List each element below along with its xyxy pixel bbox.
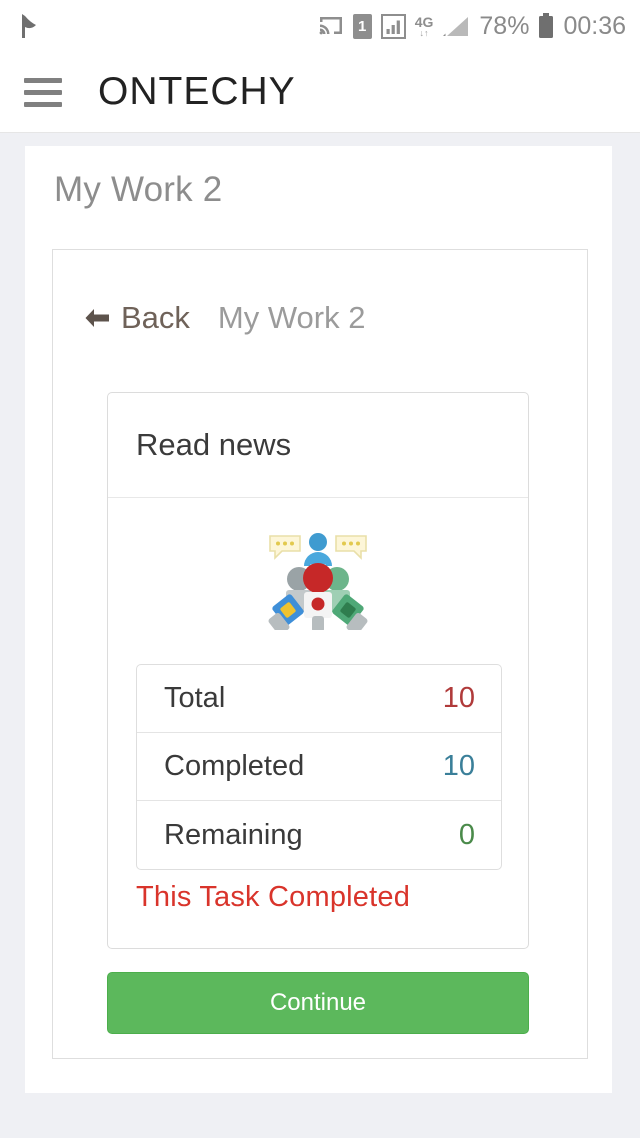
task-card: Read news Total 10 Completed 10 Remainin… (107, 392, 529, 949)
hamburger-line (24, 77, 62, 83)
table-row: Completed 10 (137, 733, 501, 801)
network-type-label: 4G (414, 13, 434, 30)
hamburger-line (24, 89, 62, 95)
arrow-left-icon (82, 302, 112, 335)
stat-label: Total (164, 682, 226, 714)
continue-button[interactable]: Continue (107, 972, 529, 1034)
table-row: Remaining 0 (137, 801, 501, 869)
hamburger-line (24, 101, 62, 107)
stat-label: Completed (164, 750, 305, 782)
battery-icon (538, 13, 554, 39)
stat-value: 10 (442, 682, 475, 714)
back-button[interactable]: Back (82, 300, 190, 336)
task-card-header: Read news (108, 393, 528, 498)
table-row: Total 10 (137, 665, 501, 733)
phone-screen: 1 4G ↓↑ 78% 00:36 ONTECHY My Work 2 Back… (0, 0, 640, 1138)
stat-label: Remaining (164, 818, 303, 851)
breadcrumb-current: My Work 2 (217, 300, 366, 335)
task-illustration-wrap (108, 498, 528, 658)
work-panel: Back My Work 2 Read news Total 10 Comple… (52, 249, 588, 1059)
stat-value: 10 (442, 750, 475, 782)
sim-1-icon: 1 (352, 13, 372, 39)
hamburger-menu-icon[interactable] (24, 77, 62, 107)
page-title: My Work 2 (54, 170, 223, 209)
status-bar-right: 1 4G ↓↑ 78% 00:36 (318, 12, 626, 41)
flag-icon (18, 13, 40, 39)
cast-icon (318, 15, 344, 37)
clock-label: 00:36 (563, 11, 626, 40)
back-label: Back (121, 300, 190, 335)
task-stats-table: Total 10 Completed 10 Remaining 0 (136, 664, 502, 870)
page-container: My Work 2 Back My Work 2 Read news Total… (25, 146, 612, 1093)
people-speech-bubbles-icon (266, 526, 370, 635)
task-status-message: This Task Completed (136, 881, 411, 913)
task-title: Read news (136, 427, 292, 462)
app-bar: ONTECHY (0, 52, 640, 133)
signal-bars-icon (380, 13, 406, 39)
app-title: ONTECHY (98, 70, 296, 113)
network-4g-icon: 4G ↓↑ (415, 15, 434, 38)
breadcrumb: Back My Work 2 (53, 250, 587, 336)
signal-triangle-icon (442, 14, 470, 39)
status-bar-left (18, 13, 40, 39)
status-bar: 1 4G ↓↑ 78% 00:36 (0, 0, 640, 52)
network-arrows-label: ↓↑ (419, 27, 429, 38)
battery-percent-label: 78% (479, 11, 530, 40)
stat-value: 0 (458, 818, 475, 851)
